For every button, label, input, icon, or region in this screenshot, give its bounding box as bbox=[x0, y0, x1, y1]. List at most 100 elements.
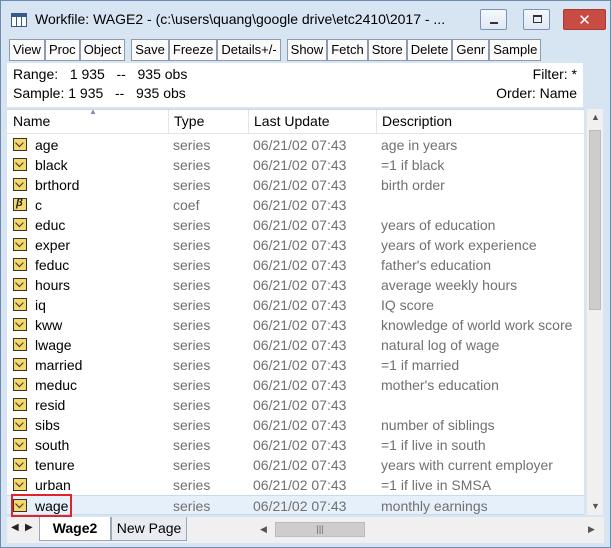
minimize-button[interactable] bbox=[480, 9, 507, 30]
freeze-button[interactable]: Freeze bbox=[168, 39, 218, 61]
item-name: tenure bbox=[35, 457, 75, 473]
store-button[interactable]: Store bbox=[367, 39, 407, 61]
horizontal-scrollbar[interactable]: ◀ ||| ▶ bbox=[255, 521, 600, 538]
item-description: average weekly hours bbox=[381, 277, 518, 293]
item-description: =1 if live in SMSA bbox=[381, 477, 492, 493]
list-item[interactable]: urban series 06/21/02 07:43 =1 if live in S… bbox=[7, 475, 584, 495]
save-button[interactable]: Save bbox=[131, 39, 169, 61]
sample-text[interactable]: Sample: 1 935 -- 935 obs bbox=[13, 85, 186, 101]
list-item[interactable]: β c coef 06/21/02 07:43 bbox=[7, 195, 584, 215]
sort-ascending-icon: ▲ bbox=[89, 107, 97, 116]
item-type: series bbox=[173, 137, 211, 153]
column-header-description[interactable]: Description bbox=[382, 113, 452, 129]
series-icon bbox=[13, 238, 27, 251]
item-type: series bbox=[173, 498, 211, 514]
scroll-right-icon[interactable]: ▶ bbox=[583, 521, 600, 538]
scroll-down-icon[interactable]: ▼ bbox=[587, 498, 604, 515]
sample-button[interactable]: Sample bbox=[489, 39, 542, 61]
list-item[interactable]: exper series 06/21/02 07:43 years of work e… bbox=[7, 235, 584, 255]
list-item[interactable]: sibs series 06/21/02 07:43 number of siblin… bbox=[7, 415, 584, 435]
list-item[interactable]: feduc series 06/21/02 07:43 father's educat… bbox=[7, 255, 584, 275]
item-description: =1 if black bbox=[381, 157, 445, 173]
hscroll-thumb[interactable]: ||| bbox=[275, 522, 365, 537]
item-description: years of education bbox=[381, 217, 496, 233]
object-button[interactable]: Object bbox=[79, 39, 126, 61]
column-divider[interactable] bbox=[248, 110, 249, 134]
item-type: series bbox=[173, 417, 211, 433]
column-header-last-update[interactable]: Last Update bbox=[254, 113, 330, 129]
maximize-icon bbox=[533, 15, 542, 23]
list-item[interactable]: tenure series 06/21/02 07:43 years with cur… bbox=[7, 455, 584, 475]
item-name: hours bbox=[35, 277, 71, 293]
item-description: monthly earnings bbox=[381, 498, 488, 514]
item-name: brthord bbox=[35, 177, 80, 193]
item-type: series bbox=[173, 277, 211, 293]
item-last-update: 06/21/02 07:43 bbox=[253, 397, 347, 413]
item-name: married bbox=[35, 357, 83, 373]
delete-button[interactable]: Delete bbox=[406, 39, 453, 61]
proc-button[interactable]: Proc bbox=[44, 39, 80, 61]
item-type: series bbox=[173, 477, 211, 493]
workfile-window: Workfile: WAGE2 - (c:\users\quang\google… bbox=[0, 0, 611, 548]
coef-icon: β bbox=[13, 197, 27, 211]
list-item[interactable]: meduc series 06/21/02 07:43 mother's educat… bbox=[7, 375, 584, 395]
column-header-type[interactable]: Type bbox=[174, 113, 204, 129]
scroll-up-icon[interactable]: ▲ bbox=[587, 109, 604, 126]
item-last-update: 06/21/02 07:43 bbox=[253, 217, 347, 233]
item-name: sibs bbox=[35, 417, 60, 433]
maximize-button[interactable] bbox=[523, 9, 550, 30]
item-name: lwage bbox=[35, 337, 72, 353]
series-icon bbox=[13, 338, 27, 351]
item-description: father's education bbox=[381, 257, 492, 273]
fetch-button[interactable]: Fetch bbox=[327, 39, 368, 61]
series-icon bbox=[13, 138, 27, 151]
scroll-left-icon[interactable]: ◀ bbox=[255, 521, 272, 538]
item-name: south bbox=[35, 437, 70, 453]
filter-text[interactable]: Filter: * bbox=[533, 66, 577, 82]
list-item[interactable]: iq series 06/21/02 07:43 IQ score bbox=[7, 295, 584, 315]
tab-wage2[interactable]: Wage2 bbox=[39, 517, 111, 541]
item-type: series bbox=[173, 237, 211, 253]
genr-button[interactable]: Genr bbox=[452, 39, 490, 61]
list-item[interactable]: married series 06/21/02 07:43 =1 if married bbox=[7, 355, 584, 375]
series-icon bbox=[13, 218, 27, 231]
view-button[interactable]: View bbox=[9, 39, 45, 61]
item-name: c bbox=[35, 197, 42, 213]
scroll-thumb[interactable] bbox=[589, 130, 601, 310]
title-bar[interactable]: Workfile: WAGE2 - (c:\users\quang\google… bbox=[1, 1, 610, 37]
order-text[interactable]: Order: Name bbox=[496, 85, 577, 101]
item-last-update: 06/21/02 07:43 bbox=[253, 237, 347, 253]
item-last-update: 06/21/02 07:43 bbox=[253, 157, 347, 173]
column-divider[interactable] bbox=[168, 110, 169, 134]
details-button[interactable]: Details+/- bbox=[217, 39, 281, 61]
tab-next-icon[interactable]: ▶ bbox=[25, 522, 33, 533]
list-item[interactable]: black series 06/21/02 07:43 =1 if black bbox=[7, 155, 584, 175]
item-last-update: 06/21/02 07:43 bbox=[253, 197, 347, 213]
tab-prev-icon[interactable]: ◀ bbox=[11, 522, 19, 533]
item-last-update: 06/21/02 07:43 bbox=[253, 377, 347, 393]
workfile-icon bbox=[11, 13, 27, 27]
series-icon bbox=[13, 478, 27, 491]
item-type: series bbox=[173, 177, 211, 193]
list-item[interactable]: kww series 06/21/02 07:43 knowledge of worl… bbox=[7, 315, 584, 335]
list-item[interactable]: lwage series 06/21/02 07:43 natural log of … bbox=[7, 335, 584, 355]
show-button[interactable]: Show bbox=[286, 39, 328, 61]
item-description: birth order bbox=[381, 177, 445, 193]
list-item[interactable]: wage series 06/21/02 07:43 monthly earnings bbox=[7, 494, 584, 517]
list-item[interactable]: south series 06/21/02 07:43 =1 if live in s… bbox=[7, 435, 584, 455]
list-item[interactable]: educ series 06/21/02 07:43 years of educati… bbox=[7, 215, 584, 235]
column-divider[interactable] bbox=[376, 110, 377, 134]
list-item[interactable]: resid series 06/21/02 07:43 bbox=[7, 395, 584, 415]
list-item[interactable]: brthord series 06/21/02 07:43 birth order bbox=[7, 175, 584, 195]
list-item[interactable]: hours series 06/21/02 07:43 average weekly … bbox=[7, 275, 584, 295]
item-type: series bbox=[173, 157, 211, 173]
item-description: natural log of wage bbox=[381, 337, 500, 353]
column-header-name[interactable]: Name bbox=[13, 113, 50, 129]
tab-new-page[interactable]: New Page bbox=[111, 517, 187, 541]
range-text[interactable]: Range: 1 935 -- 935 obs bbox=[13, 66, 187, 82]
list-item[interactable]: age series 06/21/02 07:43 age in years bbox=[7, 135, 584, 155]
object-list: Name ▲ Type Last Update Description age s… bbox=[7, 107, 584, 517]
vertical-scrollbar[interactable]: ▲ ▼ bbox=[586, 109, 603, 515]
close-button[interactable]: ✕ bbox=[563, 9, 606, 30]
series-icon bbox=[13, 438, 27, 451]
